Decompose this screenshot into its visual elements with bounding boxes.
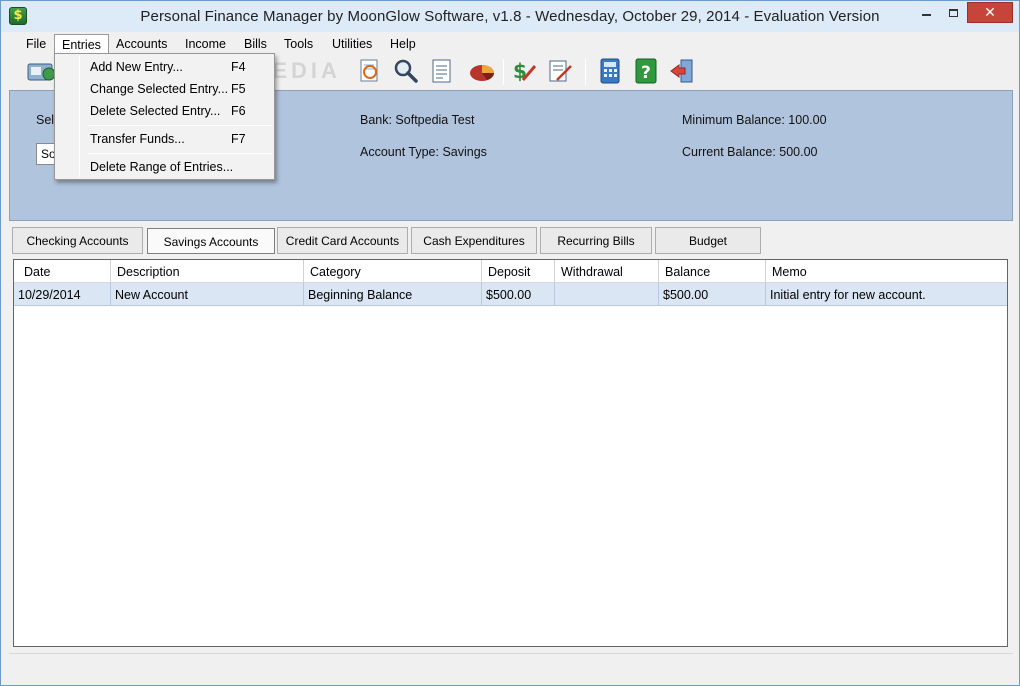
column-header-withdrawal[interactable]: Withdrawal bbox=[555, 260, 659, 282]
dollar-pencil-icon[interactable]: $ bbox=[511, 58, 537, 84]
column-header-deposit[interactable]: Deposit bbox=[482, 260, 555, 282]
menu-separator bbox=[88, 125, 272, 126]
tab-budget[interactable]: Budget bbox=[655, 227, 761, 254]
maximize-button[interactable] bbox=[940, 2, 967, 23]
menu-separator bbox=[88, 153, 272, 154]
minimum-balance-label: Minimum Balance: 100.00 bbox=[682, 113, 827, 127]
column-header-category[interactable]: Category bbox=[304, 260, 482, 282]
toolbar-separator bbox=[503, 59, 504, 85]
menu-item-label: Transfer Funds... bbox=[90, 132, 185, 146]
cell-withdrawal bbox=[555, 283, 659, 305]
cell-category: Beginning Balance bbox=[304, 283, 482, 305]
help-icon[interactable]: ? bbox=[633, 58, 659, 84]
menu-item-label: Change Selected Entry... bbox=[90, 82, 229, 96]
pie-chart-icon[interactable] bbox=[467, 58, 497, 84]
column-header-date[interactable]: Date bbox=[18, 260, 111, 282]
menu-bills[interactable]: Bills bbox=[237, 34, 274, 53]
close-button[interactable]: ✕ bbox=[967, 2, 1013, 23]
menu-gutter bbox=[79, 56, 80, 177]
minimize-icon bbox=[922, 13, 931, 16]
tab-recurring-bills[interactable]: Recurring Bills bbox=[540, 227, 652, 254]
report-icon[interactable] bbox=[429, 58, 455, 84]
tab-credit-card-accounts[interactable]: Credit Card Accounts bbox=[277, 227, 408, 254]
menu-tools[interactable]: Tools bbox=[277, 34, 320, 53]
cell-deposit: $500.00 bbox=[482, 283, 555, 305]
title-bar[interactable]: $ Personal Finance Manager by MoonGlow S… bbox=[1, 1, 1019, 32]
menu-income[interactable]: Income bbox=[178, 34, 233, 53]
tab-savings-accounts[interactable]: Savings Accounts bbox=[147, 228, 275, 254]
menu-file[interactable]: File bbox=[19, 34, 53, 53]
accounts-icon[interactable] bbox=[27, 58, 57, 84]
toolbar-separator bbox=[585, 59, 586, 85]
account-type-label: Account Type: Savings bbox=[360, 145, 487, 159]
svg-text:?: ? bbox=[641, 63, 651, 83]
window-title: Personal Finance Manager by MoonGlow Sof… bbox=[140, 8, 880, 25]
status-bar bbox=[9, 653, 1013, 675]
select-account-label: Sel bbox=[36, 113, 55, 127]
entries-dropdown-menu: Add New Entry... F4 Change Selected Entr… bbox=[54, 53, 275, 180]
current-balance-label: Current Balance: 500.00 bbox=[682, 145, 818, 159]
column-header-memo[interactable]: Memo bbox=[766, 260, 1006, 282]
bank-label: Bank: Softpedia Test bbox=[360, 113, 475, 127]
edit-document-icon[interactable] bbox=[547, 58, 573, 84]
column-header-balance[interactable]: Balance bbox=[659, 260, 766, 282]
menu-utilities[interactable]: Utilities bbox=[325, 34, 379, 53]
entries-table: Date Description Category Deposit Withdr… bbox=[13, 259, 1008, 647]
menu-item-label: Delete Selected Entry... bbox=[90, 104, 221, 118]
tab-cash-expenditures[interactable]: Cash Expenditures bbox=[411, 227, 537, 254]
menu-bar: File Entries Accounts Income Bills Tools… bbox=[9, 32, 1013, 54]
table-row[interactable]: 10/29/2014 New Account Beginning Balance… bbox=[14, 283, 1007, 306]
cell-description: New Account bbox=[111, 283, 304, 305]
calculator-icon[interactable] bbox=[597, 58, 623, 84]
menu-item-shortcut: F7 bbox=[231, 132, 246, 146]
application-window: $ Personal Finance Manager by MoonGlow S… bbox=[0, 0, 1020, 686]
document-magnify-icon[interactable] bbox=[357, 58, 383, 84]
menu-entries[interactable]: Entries bbox=[54, 34, 109, 53]
menu-help[interactable]: Help bbox=[383, 34, 423, 53]
minimize-button[interactable] bbox=[913, 2, 940, 23]
cell-date: 10/29/2014 bbox=[14, 283, 111, 305]
menu-accounts[interactable]: Accounts bbox=[109, 34, 174, 53]
cell-balance: $500.00 bbox=[659, 283, 766, 305]
table-header: Date Description Category Deposit Withdr… bbox=[14, 260, 1007, 283]
column-header-description[interactable]: Description bbox=[111, 260, 304, 282]
exit-door-icon[interactable] bbox=[669, 58, 695, 84]
tab-checking-accounts[interactable]: Checking Accounts bbox=[12, 227, 143, 254]
menu-item-label: Delete Range of Entries... bbox=[90, 160, 234, 174]
maximize-icon bbox=[949, 8, 958, 17]
search-icon[interactable] bbox=[393, 58, 419, 84]
menu-item-shortcut: F6 bbox=[231, 104, 246, 118]
menu-item-shortcut: F4 bbox=[231, 60, 246, 74]
cell-memo: Initial entry for new account. bbox=[770, 288, 926, 302]
menu-item-shortcut: F5 bbox=[231, 82, 246, 96]
menu-item-label: Add New Entry... bbox=[90, 60, 183, 74]
